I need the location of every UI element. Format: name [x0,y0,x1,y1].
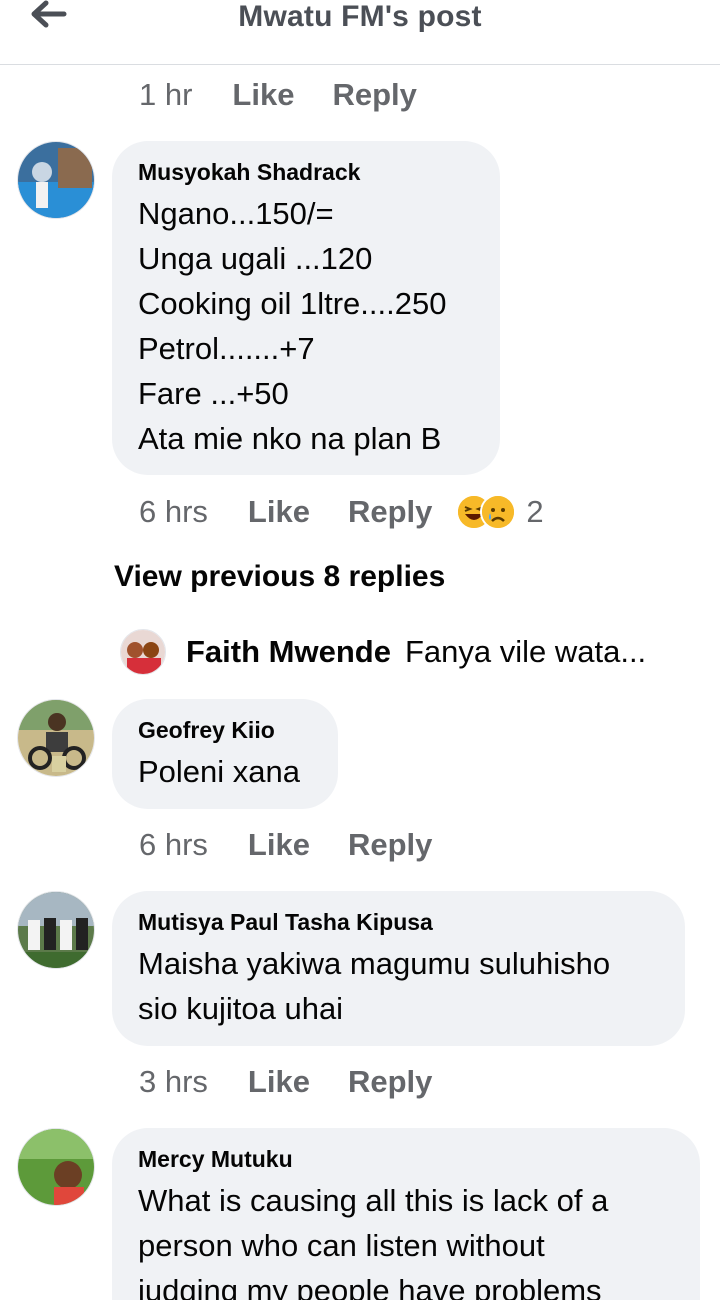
avatar-image [18,142,94,218]
comment-author[interactable]: Mutisya Paul Tasha Kipusa [138,907,659,937]
comment-actions: 3 hrs Like Reply [139,1062,470,1102]
comment-actions: 6 hrs Like Reply 2 [139,492,544,532]
avatar-mutisya-paul[interactable] [17,891,95,969]
reply-button[interactable]: Reply [348,827,432,863]
comment-text: What is causing all this is lack of a pe… [138,1183,609,1300]
avatar-mercy-mutuku[interactable] [17,1128,95,1206]
avatar-image [18,1129,94,1205]
page-title: Mwatu FM's post [238,0,482,33]
comment-timestamp: 1 hr [139,77,193,112]
crying-emoji-icon [480,494,517,530]
comment-bubble: Mercy Mutuku What is causing all this is… [112,1128,700,1300]
avatar-musyokah-shadrack[interactable] [17,141,95,219]
comment-bubble: Musyokah Shadrack Ngano...150/= Unga uga… [112,141,500,475]
comment-timestamp: 6 hrs [139,827,208,862]
comment-actions: 6 hrs Like Reply [139,825,470,865]
reply-author: Faith Mwende [186,634,391,669]
reaction-count: 2 [526,494,544,529]
reply-button[interactable]: Reply [332,77,416,113]
comment-actions-top: 1 hr Like Reply [139,75,455,115]
comment-author[interactable]: Geofrey Kiio [138,715,312,745]
avatar-image [18,700,94,776]
comment-author[interactable]: Mercy Mutuku [138,1144,674,1174]
reply-button[interactable]: Reply [348,494,432,530]
like-button[interactable]: Like [248,1064,310,1100]
avatar-image [18,892,94,968]
comment-timestamp: 3 hrs [139,1064,208,1099]
reply-button[interactable]: Reply [348,1064,432,1100]
view-previous-replies-link[interactable]: View previous 8 replies [114,560,445,594]
like-button[interactable]: Like [232,77,294,113]
comment-text: Poleni xana [138,754,301,789]
reply-text: Fanya vile wata... [404,634,647,669]
reply-preview[interactable]: Faith Mwende Fanya vile wata... [120,628,680,676]
comment-bubble: Geofrey Kiio Poleni xana [112,699,338,809]
avatar-geofrey-kiio[interactable] [17,699,95,777]
comment-text: Ngano...150/= Unga ugali ...120 Cooking … [138,196,447,456]
avatar-faith-mwende [120,629,166,675]
comment-timestamp: 6 hrs [139,494,208,529]
comment-text: Maisha yakiwa magumu suluhisho sio kujit… [138,946,611,1026]
reaction-summary[interactable]: 2 [456,494,544,530]
comment-bubble: Mutisya Paul Tasha Kipusa Maisha yakiwa … [112,891,685,1046]
like-button[interactable]: Like [248,827,310,863]
top-bar: Mwatu FM's post [0,0,720,65]
like-button[interactable]: Like [248,494,310,530]
post-comments-page: Mwatu FM's post 1 hr Like Reply Musyokah… [0,0,720,1300]
comment-author[interactable]: Musyokah Shadrack [138,157,474,187]
